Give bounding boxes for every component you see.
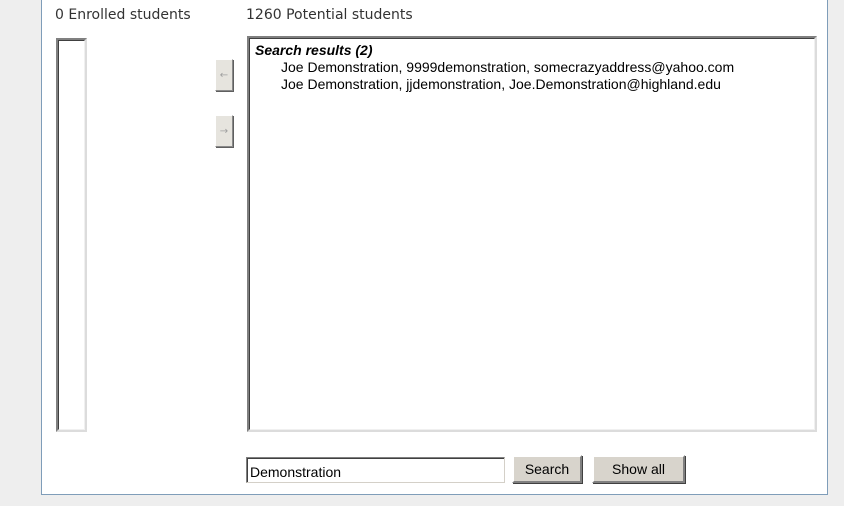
enrolled-students-list[interactable] [56,38,87,432]
right-arrow-icon: → [219,125,229,137]
enrolled-students-heading: 0 Enrolled students [55,7,191,23]
remove-enrolled-button[interactable]: → [215,115,233,147]
potential-students-list[interactable]: Search results (2) Joe Demonstration, 99… [247,36,817,432]
left-arrow-icon: ← [219,69,229,81]
search-input[interactable] [246,457,505,483]
search-results-label: Search results (2) [255,42,373,58]
list-item[interactable]: Joe Demonstration, 9999demonstration, so… [255,59,811,76]
enrolment-panel: 0 Enrolled students 1260 Potential stude… [41,0,828,495]
search-results-group: Search results (2) Joe Demonstration, 99… [255,42,811,93]
show-all-button[interactable]: Show all [592,455,685,483]
potential-students-heading: 1260 Potential students [246,7,413,23]
add-enrolled-button[interactable]: ← [215,59,233,91]
search-button[interactable]: Search [512,455,582,483]
page-edge [829,0,844,506]
list-item[interactable]: Joe Demonstration, jjdemonstration, Joe.… [255,76,811,93]
